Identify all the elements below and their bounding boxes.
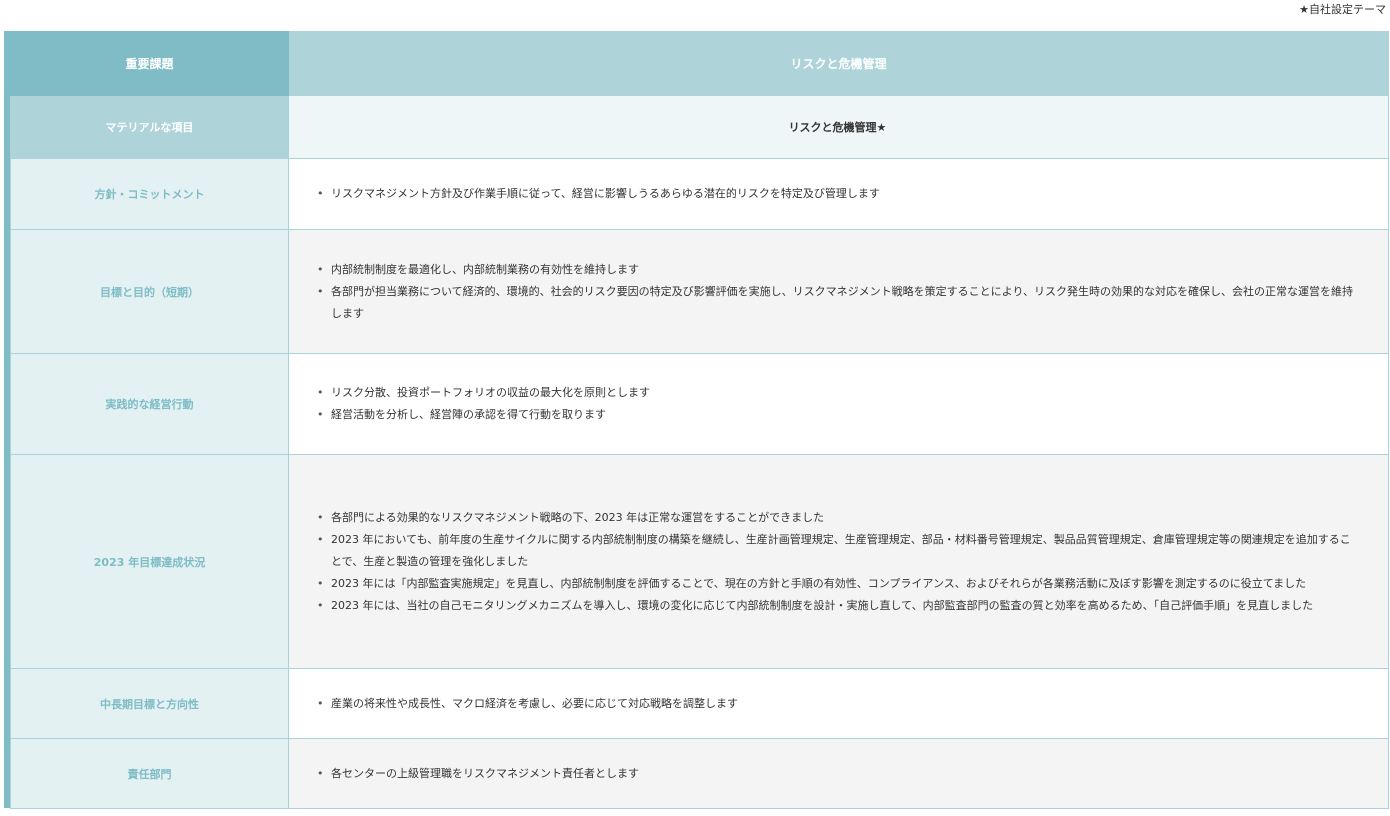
table-header-row: 重要課題 リスクと危機管理 [10, 31, 1389, 96]
row-content: 各センターの上級管理職をリスクマネジメント責任者とします [288, 738, 1389, 809]
bullet-list: 産業の将来性や成長性、マクロ経済を考慮し、必要に応じて対応戦略を調整します [317, 693, 1358, 715]
row-label: 中長期目標と方向性 [10, 668, 289, 739]
list-item: 各部門による効果的なリスクマネジメント戦略の下、2023 年は正常な運営をするこ… [317, 507, 1358, 529]
list-item: リスク分散、投資ポートフォリオの収益の最大化を原則とします [317, 382, 1358, 404]
row-content: 産業の将来性や成長性、マクロ経済を考慮し、必要に応じて対応戦略を調整します [288, 668, 1389, 739]
bullet-list: 各部門による効果的なリスクマネジメント戦略の下、2023 年は正常な運営をするこ… [317, 507, 1358, 617]
materiality-table: 重要課題 リスクと危機管理 マテリアルな項目 リスクと危機管理★ 方針・コミット… [4, 31, 1389, 809]
list-item: 経営活動を分析し、経営陣の承認を得て行動を取ります [317, 404, 1358, 426]
header-important-issue: 重要課題 [10, 31, 289, 96]
row-content: リスク分散、投資ポートフォリオの収益の最大化を原則とします 経営活動を分析し、経… [288, 353, 1389, 455]
row-content: 各部門による効果的なリスクマネジメント戦略の下、2023 年は正常な運営をするこ… [288, 454, 1389, 669]
row-label: 実践的な経営行動 [10, 353, 289, 455]
list-item: 産業の将来性や成長性、マクロ経済を考慮し、必要に応じて対応戦略を調整します [317, 693, 1358, 715]
list-item: 内部統制制度を最適化し、内部統制業務の有効性を維持します [317, 259, 1358, 281]
list-item: リスクマネジメント方針及び作業手順に従って、経営に影響しうるあらゆる潜在的リスク… [317, 183, 1358, 205]
row-label: 方針・コミットメント [10, 158, 289, 230]
list-item: 各部門が担当業務について経済的、環境的、社会的リスク要因の特定及び影響評価を実施… [317, 281, 1358, 325]
list-item: 2023 年においても、前年度の生産サイクルに関する内部統制制度の構築を継続し、… [317, 529, 1358, 573]
table-row-practical-actions: 実践的な経営行動 リスク分散、投資ポートフォリオの収益の最大化を原則とします 経… [10, 353, 1389, 455]
row-label: 2023 年目標達成状況 [10, 454, 289, 669]
material-item-value: リスクと危機管理★ [288, 95, 1389, 159]
list-item: 各センターの上級管理職をリスクマネジメント責任者とします [317, 763, 1358, 785]
material-item-row: マテリアルな項目 リスクと危機管理★ [10, 95, 1389, 159]
bullet-list: 内部統制制度を最適化し、内部統制業務の有効性を維持します 各部門が担当業務につい… [317, 259, 1358, 325]
table-row-short-term-goals: 目標と目的（短期） 内部統制制度を最適化し、内部統制業務の有効性を維持します 各… [10, 229, 1389, 354]
table-row-responsible-dept: 責任部門 各センターの上級管理職をリスクマネジメント責任者とします [10, 738, 1389, 809]
material-item-label: マテリアルな項目 [10, 95, 289, 159]
list-item: 2023 年には「内部監査実施規定」を見直し、内部統制制度を評価することで、現在… [317, 573, 1358, 595]
row-label: 責任部門 [10, 738, 289, 809]
row-label: 目標と目的（短期） [10, 229, 289, 354]
bullet-list: リスク分散、投資ポートフォリオの収益の最大化を原則とします 経営活動を分析し、経… [317, 382, 1358, 426]
list-item: 2023 年には、当社の自己モニタリングメカニズムを導入し、環境の変化に応じて内… [317, 595, 1358, 617]
table-row-policy: 方針・コミットメント リスクマネジメント方針及び作業手順に従って、経営に影響しう… [10, 158, 1389, 230]
table-row-2023-achievement: 2023 年目標達成状況 各部門による効果的なリスクマネジメント戦略の下、202… [10, 454, 1389, 669]
header-risk-management: リスクと危機管理 [288, 31, 1389, 96]
row-content: リスクマネジメント方針及び作業手順に従って、経営に影響しうるあらゆる潜在的リスク… [288, 158, 1389, 230]
bullet-list: リスクマネジメント方針及び作業手順に従って、経営に影響しうるあらゆる潜在的リスク… [317, 183, 1358, 205]
table-row-mid-long-term: 中長期目標と方向性 産業の将来性や成長性、マクロ経済を考慮し、必要に応じて対応戦… [10, 668, 1389, 739]
issue-table: 重要課題 リスクと危機管理 マテリアルな項目 リスクと危機管理★ 方針・コミット… [10, 31, 1389, 809]
bullet-list: 各センターの上級管理職をリスクマネジメント責任者とします [317, 763, 1358, 785]
row-content: 内部統制制度を最適化し、内部統制業務の有効性を維持します 各部門が担当業務につい… [288, 229, 1389, 354]
legend-note: ★自社設定テーマ [1299, 3, 1386, 16]
